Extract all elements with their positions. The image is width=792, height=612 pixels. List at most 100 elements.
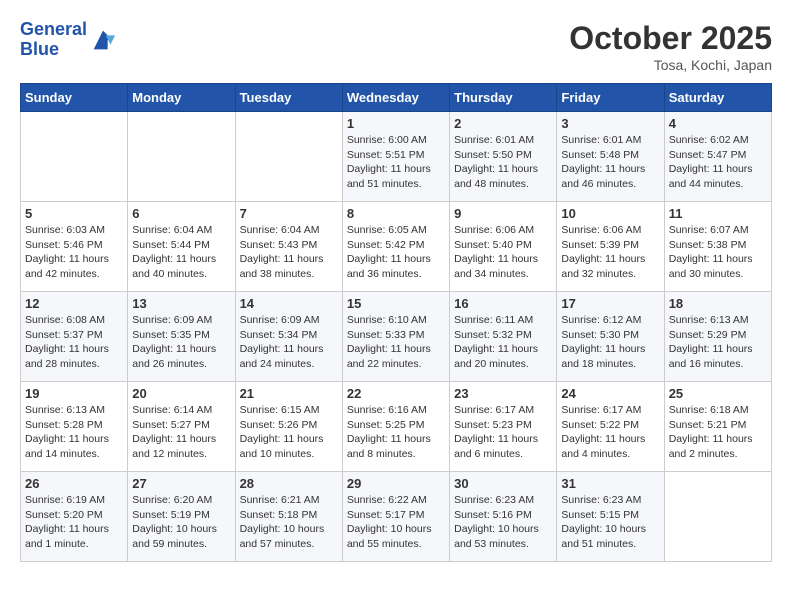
day-info: Sunrise: 6:15 AMSunset: 5:26 PMDaylight:…	[240, 403, 338, 462]
day-info: Sunrise: 6:16 AMSunset: 5:25 PMDaylight:…	[347, 403, 445, 462]
day-info: Sunrise: 6:07 AMSunset: 5:38 PMDaylight:…	[669, 223, 767, 282]
day-number: 11	[669, 206, 767, 221]
day-info: Sunrise: 6:21 AMSunset: 5:18 PMDaylight:…	[240, 493, 338, 552]
day-info: Sunrise: 6:04 AMSunset: 5:43 PMDaylight:…	[240, 223, 338, 282]
day-number: 28	[240, 476, 338, 491]
calendar-cell	[664, 472, 771, 562]
page-header: General Blue October 2025 Tosa, Kochi, J…	[20, 20, 772, 73]
weekday-header-row: SundayMondayTuesdayWednesdayThursdayFrid…	[21, 84, 772, 112]
weekday-header-thursday: Thursday	[450, 84, 557, 112]
day-number: 5	[25, 206, 123, 221]
weekday-header-tuesday: Tuesday	[235, 84, 342, 112]
day-number: 21	[240, 386, 338, 401]
calendar-cell: 29Sunrise: 6:22 AMSunset: 5:17 PMDayligh…	[342, 472, 449, 562]
calendar-cell: 5 Sunrise: 6:03 AMSunset: 5:46 PMDaylight…	[21, 202, 128, 292]
day-info: Sunrise: 6:05 AMSunset: 5:42 PMDaylight:…	[347, 223, 445, 282]
calendar-cell: 13 Sunrise: 6:09 AMSunset: 5:35 PMDayligh…	[128, 292, 235, 382]
calendar-cell: 9 Sunrise: 6:06 AMSunset: 5:40 PMDaylight…	[450, 202, 557, 292]
calendar-cell: 14 Sunrise: 6:09 AMSunset: 5:34 PMDayligh…	[235, 292, 342, 382]
day-number: 2	[454, 116, 552, 131]
logo: General Blue	[20, 20, 117, 60]
calendar-cell: 3 Sunrise: 6:01 AMSunset: 5:48 PMDaylight…	[557, 112, 664, 202]
day-number: 16	[454, 296, 552, 311]
day-number: 15	[347, 296, 445, 311]
day-info: Sunrise: 6:09 AMSunset: 5:34 PMDaylight:…	[240, 313, 338, 372]
day-info: Sunrise: 6:13 AMSunset: 5:29 PMDaylight:…	[669, 313, 767, 372]
day-number: 18	[669, 296, 767, 311]
day-number: 26	[25, 476, 123, 491]
day-info: Sunrise: 6:19 AMSunset: 5:20 PMDaylight:…	[25, 493, 123, 552]
calendar-cell: 18 Sunrise: 6:13 AMSunset: 5:29 PMDayligh…	[664, 292, 771, 382]
calendar-week-row: 12 Sunrise: 6:08 AMSunset: 5:37 PMDayligh…	[21, 292, 772, 382]
day-number: 29	[347, 476, 445, 491]
day-number: 4	[669, 116, 767, 131]
calendar-cell: 24Sunrise: 6:17 AMSunset: 5:22 PMDayligh…	[557, 382, 664, 472]
day-info: Sunrise: 6:01 AMSunset: 5:48 PMDaylight:…	[561, 133, 659, 192]
day-number: 30	[454, 476, 552, 491]
day-info: Sunrise: 6:11 AMSunset: 5:32 PMDaylight:…	[454, 313, 552, 372]
title-block: October 2025 Tosa, Kochi, Japan	[569, 20, 772, 73]
day-info: Sunrise: 6:12 AMSunset: 5:30 PMDaylight:…	[561, 313, 659, 372]
logo-blue: Blue	[20, 39, 59, 59]
day-number: 23	[454, 386, 552, 401]
day-info: Sunrise: 6:08 AMSunset: 5:37 PMDaylight:…	[25, 313, 123, 372]
location: Tosa, Kochi, Japan	[569, 57, 772, 73]
logo-text: General Blue	[20, 20, 87, 60]
weekday-header-monday: Monday	[128, 84, 235, 112]
day-info: Sunrise: 6:06 AMSunset: 5:39 PMDaylight:…	[561, 223, 659, 282]
calendar-cell: 4 Sunrise: 6:02 AMSunset: 5:47 PMDaylight…	[664, 112, 771, 202]
calendar-cell: 7 Sunrise: 6:04 AMSunset: 5:43 PMDaylight…	[235, 202, 342, 292]
weekday-header-sunday: Sunday	[21, 84, 128, 112]
weekday-header-friday: Friday	[557, 84, 664, 112]
calendar-table: SundayMondayTuesdayWednesdayThursdayFrid…	[20, 83, 772, 562]
calendar-cell: 21 Sunrise: 6:15 AMSunset: 5:26 PMDayligh…	[235, 382, 342, 472]
day-info: Sunrise: 6:06 AMSunset: 5:40 PMDaylight:…	[454, 223, 552, 282]
day-info: Sunrise: 6:23 AMSunset: 5:15 PMDaylight:…	[561, 493, 659, 552]
calendar-cell	[128, 112, 235, 202]
calendar-cell: 19 Sunrise: 6:13 AMSunset: 5:28 PMDayligh…	[21, 382, 128, 472]
calendar-cell: 2 Sunrise: 6:01 AMSunset: 5:50 PMDaylight…	[450, 112, 557, 202]
day-info: Sunrise: 6:03 AMSunset: 5:46 PMDaylight:…	[25, 223, 123, 282]
calendar-cell: 30Sunrise: 6:23 AMSunset: 5:16 PMDayligh…	[450, 472, 557, 562]
calendar-cell: 11 Sunrise: 6:07 AMSunset: 5:38 PMDayligh…	[664, 202, 771, 292]
day-info: Sunrise: 6:02 AMSunset: 5:47 PMDaylight:…	[669, 133, 767, 192]
calendar-week-row: 1Sunrise: 6:00 AMSunset: 5:51 PMDaylight…	[21, 112, 772, 202]
day-number: 12	[25, 296, 123, 311]
day-number: 19	[25, 386, 123, 401]
day-info: Sunrise: 6:14 AMSunset: 5:27 PMDaylight:…	[132, 403, 230, 462]
day-info: Sunrise: 6:17 AMSunset: 5:22 PMDaylight:…	[561, 403, 659, 462]
day-number: 27	[132, 476, 230, 491]
day-number: 22	[347, 386, 445, 401]
calendar-cell: 22 Sunrise: 6:16 AMSunset: 5:25 PMDayligh…	[342, 382, 449, 472]
day-number: 20	[132, 386, 230, 401]
calendar-cell: 31Sunrise: 6:23 AMSunset: 5:15 PMDayligh…	[557, 472, 664, 562]
day-info: Sunrise: 6:04 AMSunset: 5:44 PMDaylight:…	[132, 223, 230, 282]
day-info: Sunrise: 6:18 AMSunset: 5:21 PMDaylight:…	[669, 403, 767, 462]
day-number: 3	[561, 116, 659, 131]
calendar-cell: 27Sunrise: 6:20 AMSunset: 5:19 PMDayligh…	[128, 472, 235, 562]
day-info: Sunrise: 6:01 AMSunset: 5:50 PMDaylight:…	[454, 133, 552, 192]
day-info: Sunrise: 6:09 AMSunset: 5:35 PMDaylight:…	[132, 313, 230, 372]
day-number: 1	[347, 116, 445, 131]
day-number: 7	[240, 206, 338, 221]
calendar-cell: 6Sunrise: 6:04 AMSunset: 5:44 PMDaylight…	[128, 202, 235, 292]
calendar-cell: 23Sunrise: 6:17 AMSunset: 5:23 PMDayligh…	[450, 382, 557, 472]
day-number: 14	[240, 296, 338, 311]
calendar-cell	[235, 112, 342, 202]
day-number: 9	[454, 206, 552, 221]
calendar-cell: 25Sunrise: 6:18 AMSunset: 5:21 PMDayligh…	[664, 382, 771, 472]
calendar-week-row: 26 Sunrise: 6:19 AMSunset: 5:20 PMDayligh…	[21, 472, 772, 562]
month-title: October 2025	[569, 20, 772, 57]
calendar-cell: 1Sunrise: 6:00 AMSunset: 5:51 PMDaylight…	[342, 112, 449, 202]
weekday-header-saturday: Saturday	[664, 84, 771, 112]
calendar-cell: 15Sunrise: 6:10 AMSunset: 5:33 PMDayligh…	[342, 292, 449, 382]
day-number: 10	[561, 206, 659, 221]
logo-general: General	[20, 19, 87, 39]
calendar-cell: 26 Sunrise: 6:19 AMSunset: 5:20 PMDayligh…	[21, 472, 128, 562]
day-number: 13	[132, 296, 230, 311]
day-info: Sunrise: 6:13 AMSunset: 5:28 PMDaylight:…	[25, 403, 123, 462]
calendar-cell: 17Sunrise: 6:12 AMSunset: 5:30 PMDayligh…	[557, 292, 664, 382]
calendar-cell: 20 Sunrise: 6:14 AMSunset: 5:27 PMDayligh…	[128, 382, 235, 472]
calendar-cell: 8Sunrise: 6:05 AMSunset: 5:42 PMDaylight…	[342, 202, 449, 292]
calendar-cell: 12 Sunrise: 6:08 AMSunset: 5:37 PMDayligh…	[21, 292, 128, 382]
